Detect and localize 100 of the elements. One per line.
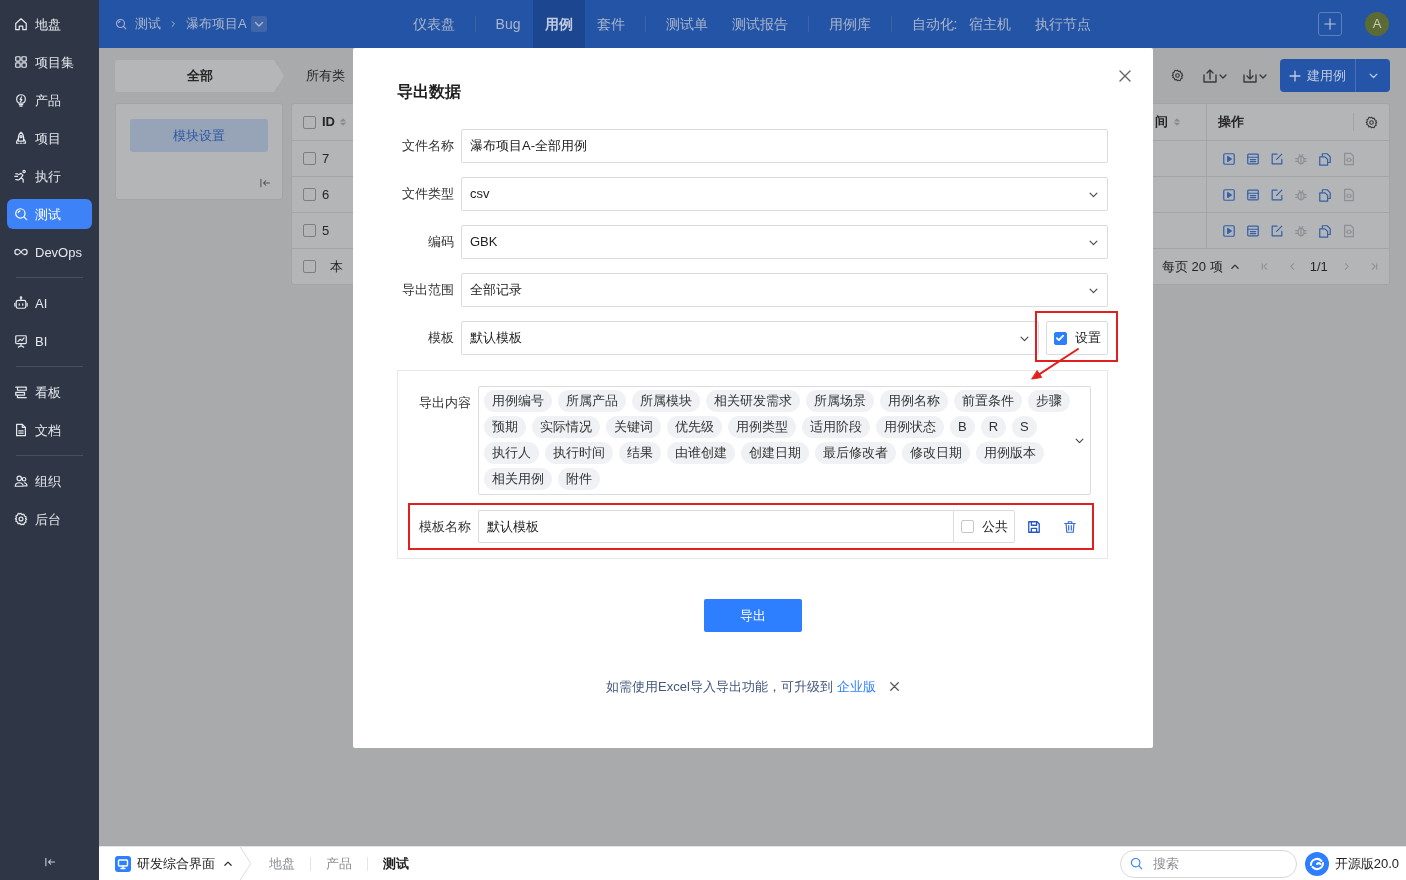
select-field[interactable]: 全部记录 [461, 273, 1108, 307]
checkbox[interactable] [960, 520, 974, 533]
save-icon[interactable] [1027, 519, 1041, 534]
select-field[interactable]: csv [461, 177, 1108, 211]
nav-tab[interactable]: 测试报告 [719, 0, 800, 48]
copy-icon[interactable] [1318, 223, 1332, 238]
checkbox[interactable] [303, 188, 316, 201]
tag-chip[interactable]: R [980, 416, 1007, 438]
nav-tab[interactable]: 执行节点 [1023, 0, 1104, 48]
breadcrumb-link[interactable]: 测试 [135, 14, 161, 34]
play-icon[interactable] [1222, 187, 1236, 202]
breadcrumb-tab[interactable]: 地盘 [269, 853, 295, 874]
text-field[interactable]: 默认模板 [478, 510, 953, 543]
close-icon[interactable] [889, 682, 899, 692]
settings-icon[interactable] [1365, 115, 1378, 129]
tag-chip[interactable]: 结果 [619, 442, 661, 464]
user-avatar[interactable]: A [1365, 12, 1389, 36]
page-size-selector[interactable]: 每页 20 项 [1162, 256, 1223, 277]
trash-icon[interactable] [1063, 519, 1077, 534]
tag-chip[interactable]: 创建日期 [741, 442, 809, 464]
tag-chip[interactable]: 用例编号 [484, 390, 552, 412]
tag-chip[interactable]: 相关用例 [484, 468, 552, 490]
dropdown-icon[interactable] [250, 16, 267, 32]
enterprise-link[interactable]: 企业版 [836, 679, 876, 694]
nav-tab[interactable]: 用例库 [816, 0, 883, 48]
previous-page-icon[interactable] [1287, 262, 1297, 271]
sidebar-item[interactable]: 地盘 [7, 9, 92, 39]
dropdown-button[interactable] [1355, 59, 1390, 92]
column-header[interactable]: 间 [1155, 112, 1168, 132]
sidebar-item[interactable]: 文档 [7, 415, 92, 445]
edit-icon[interactable] [1270, 223, 1284, 238]
project-name[interactable]: 瀑布项目A [186, 14, 247, 34]
tag-chip[interactable]: 所属模块 [632, 390, 700, 412]
copy-icon[interactable] [1318, 151, 1332, 166]
tag-chip[interactable]: 适用阶段 [802, 416, 870, 438]
sidebar-item[interactable]: DevOps [7, 237, 92, 267]
filter-tab[interactable]: 全部 [115, 60, 284, 92]
filter-tab[interactable]: 所有类 [306, 60, 345, 92]
sidebar-item[interactable]: BI [7, 326, 92, 356]
nav-tab[interactable]: Bug [483, 0, 533, 48]
tag-chip[interactable]: 相关研发需求 [706, 390, 800, 412]
sidebar-item[interactable]: 执行 [7, 161, 92, 191]
collapse-icon[interactable] [259, 177, 271, 189]
tag-chip[interactable]: B [950, 416, 975, 438]
sidebar-item[interactable]: 项目 [7, 123, 92, 153]
tag-chip[interactable]: 实际情况 [532, 416, 600, 438]
play-icon[interactable] [1222, 223, 1236, 238]
sidebar-item[interactable]: 组织 [7, 466, 92, 496]
breadcrumb-tab[interactable]: 产品 [326, 853, 352, 874]
tag-chip[interactable]: 用例状态 [876, 416, 944, 438]
checkbox[interactable] [1053, 331, 1067, 345]
column-header[interactable]: ID [322, 112, 335, 132]
select-field[interactable]: 默认模板 [461, 321, 1039, 355]
list-icon[interactable] [1246, 223, 1260, 238]
nav-tab[interactable]: 套件 [584, 0, 637, 48]
play-icon[interactable] [1222, 151, 1236, 166]
app-switcher[interactable]: 研发综合界面 [115, 853, 233, 874]
sidebar-item[interactable]: 项目集 [7, 47, 92, 77]
sort-icon[interactable] [1172, 116, 1182, 128]
text-field[interactable]: 瀑布项目A-全部用例 [461, 129, 1108, 163]
tag-chip[interactable]: 步骤 [1028, 390, 1070, 412]
nav-tab[interactable]: 测试单 [653, 0, 720, 48]
tag-select-field[interactable]: 用例编号 所属产品 所属模块 相关研发需求 所属场景 用例名称 前置条件 步骤 预期 实际情况 关键词 优先级 用例类型 适用阶段 用例状态 B R S 执行人 执行时间 结果 由谁创建 创建日期 最后修改者 修改日期 用例版本 相关用例 附件 [478, 386, 1091, 495]
sort-icon[interactable] [338, 116, 348, 128]
tag-chip[interactable]: 前置条件 [954, 390, 1022, 412]
list-icon[interactable] [1246, 187, 1260, 202]
tag-chip[interactable]: 所属场景 [806, 390, 874, 412]
tag-chip[interactable]: 附件 [558, 468, 600, 490]
tag-chip[interactable]: 用例类型 [728, 416, 796, 438]
sidebar-item[interactable]: 测试 [7, 199, 92, 229]
sidebar-item[interactable]: AI [7, 288, 92, 318]
export-button[interactable]: 导出 [703, 599, 802, 632]
sidebar-item[interactable]: 后台 [7, 504, 92, 534]
tag-chip[interactable]: 修改日期 [902, 442, 970, 464]
checkbox[interactable] [303, 152, 316, 165]
settings-icon[interactable] [1171, 69, 1184, 82]
tag-chip[interactable]: 最后修改者 [815, 442, 896, 464]
tag-chip[interactable]: 执行时间 [545, 442, 613, 464]
list-icon[interactable] [1246, 151, 1260, 166]
tag-chip[interactable]: 所属产品 [558, 390, 626, 412]
sidebar-item[interactable]: 看板 [7, 377, 92, 407]
tag-chip[interactable]: 用例版本 [976, 442, 1044, 464]
checkbox[interactable] [303, 115, 316, 129]
breadcrumb-tab[interactable]: 测试 [383, 853, 409, 874]
create-case-button[interactable]: 建用例 [1280, 59, 1355, 92]
close-icon[interactable] [1119, 70, 1131, 82]
edit-icon[interactable] [1270, 187, 1284, 202]
tag-chip[interactable]: 执行人 [484, 442, 539, 464]
select-field[interactable]: GBK [461, 225, 1108, 259]
checkbox[interactable] [303, 224, 316, 237]
tag-chip[interactable]: 优先级 [667, 416, 722, 438]
tag-chip[interactable]: 用例名称 [880, 390, 948, 412]
nav-tab[interactable]: 用例 [532, 0, 585, 48]
checkbox-option[interactable]: 公共 [953, 510, 1015, 543]
nav-tab[interactable]: 宿主机 [957, 0, 1024, 48]
copy-icon[interactable] [1318, 187, 1332, 202]
sidebar-item[interactable]: 产品 [7, 85, 92, 115]
checkbox[interactable] [303, 260, 316, 273]
edit-icon[interactable] [1270, 151, 1284, 166]
tag-chip[interactable]: S [1012, 416, 1037, 438]
